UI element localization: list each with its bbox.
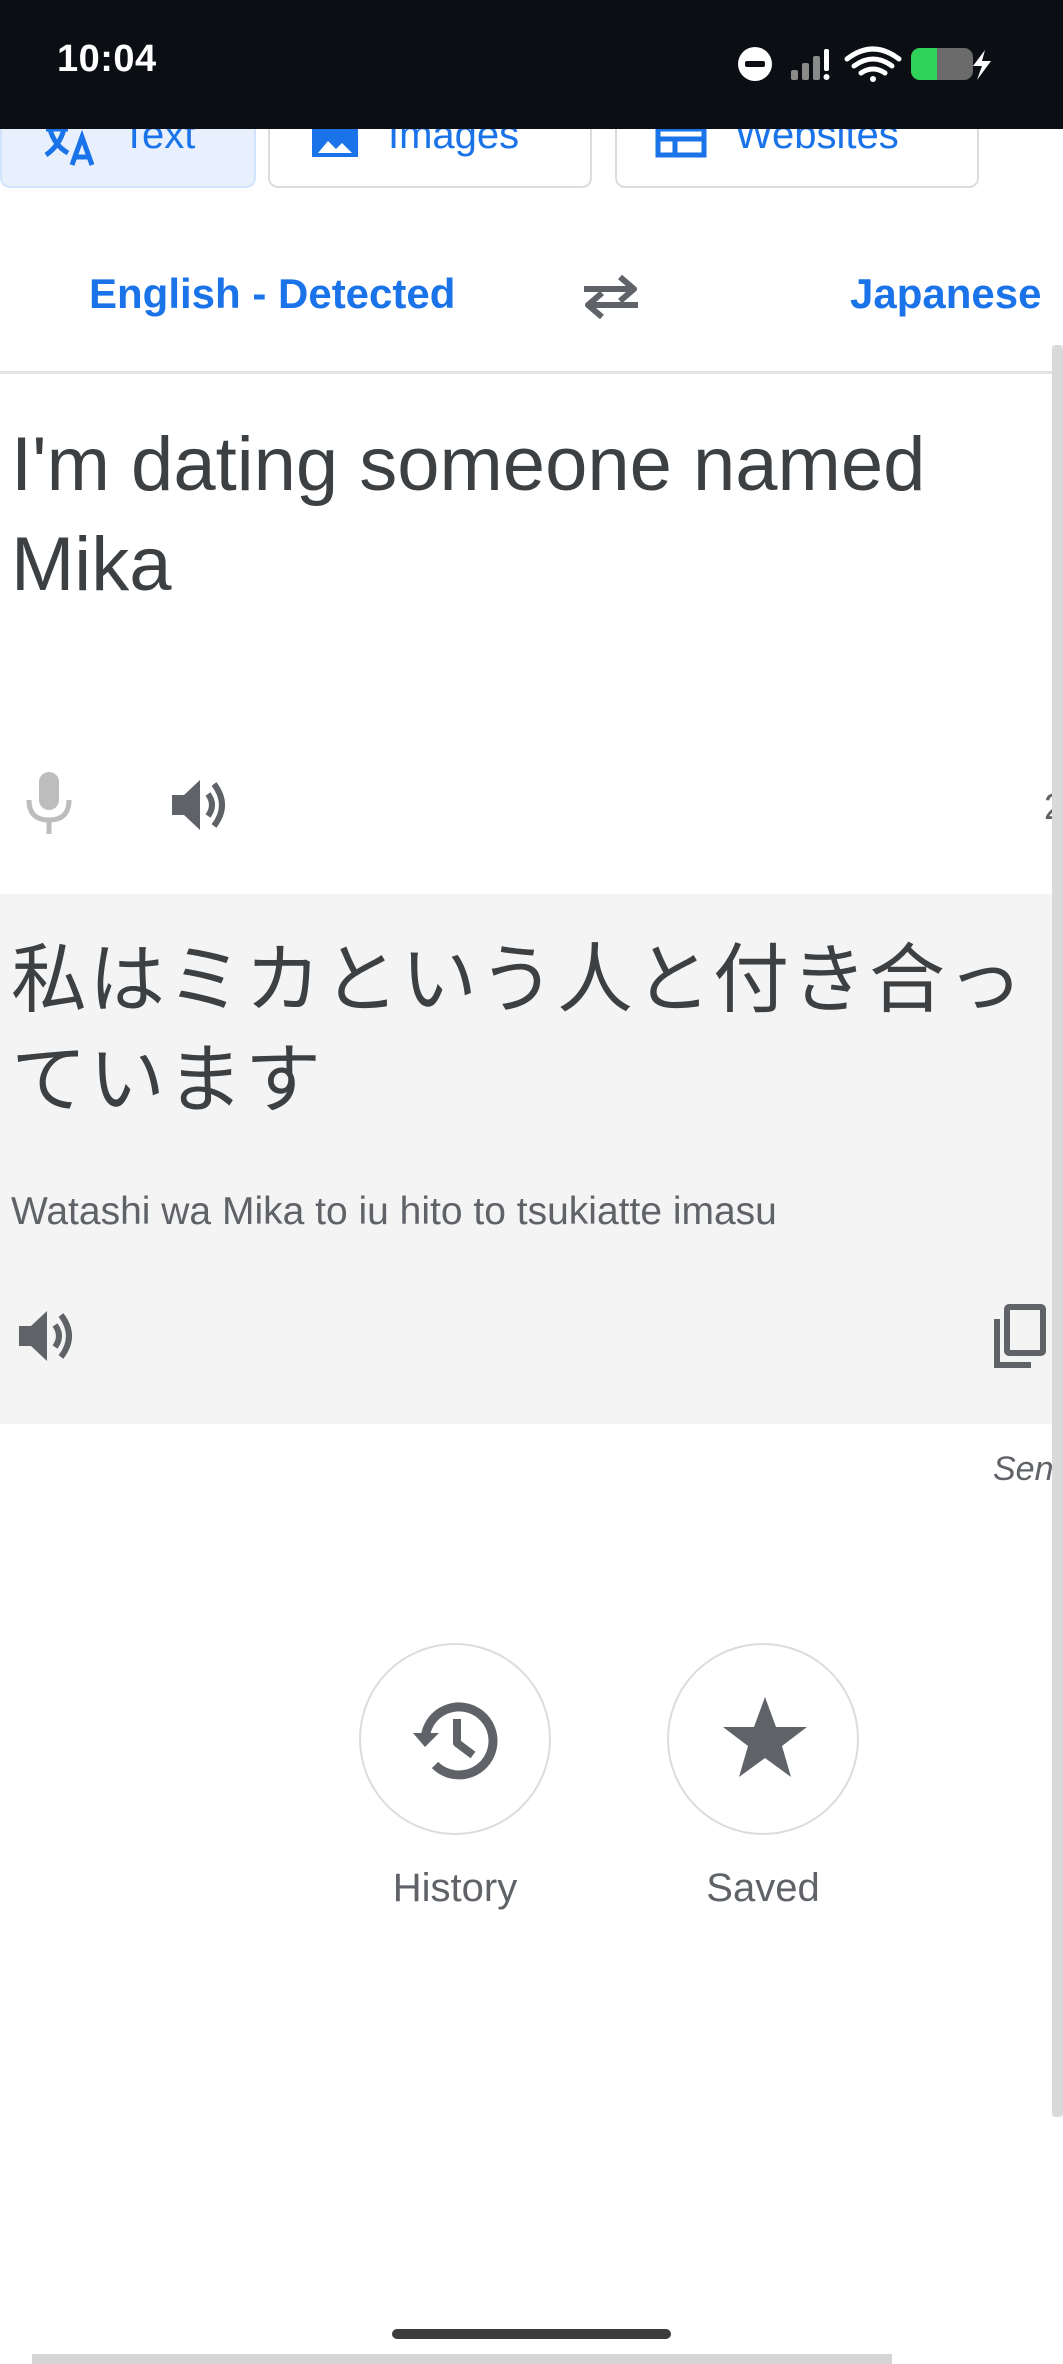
battery-icon	[911, 48, 991, 80]
horizontal-scrollbar	[32, 2354, 892, 2364]
history-button[interactable]	[359, 1643, 551, 1835]
saved-button[interactable]	[667, 1643, 859, 1835]
history-label: History	[392, 1866, 518, 1910]
tab-text[interactable]: Text	[0, 129, 256, 188]
translate-icon	[44, 129, 95, 166]
tab-text-label: Text	[122, 129, 196, 157]
home-indicator[interactable]	[392, 2329, 671, 2339]
wifi-icon	[844, 46, 902, 82]
swap-icon[interactable]	[578, 273, 644, 321]
history-icon	[413, 1702, 498, 1780]
tab-websites-label: Websites	[735, 129, 899, 157]
status-time: 10:04	[57, 38, 157, 80]
status-icons	[738, 46, 991, 82]
source-text-input[interactable]: I'm dating someone named Mika	[11, 415, 1041, 615]
do-not-disturb-icon	[738, 47, 772, 81]
translation-text: 私はミカという人と付き合っています	[11, 935, 1025, 1124]
image-icon	[312, 129, 358, 157]
tab-images-label: Images	[388, 129, 520, 157]
star-icon	[723, 1697, 807, 1777]
microphone-icon[interactable]	[24, 770, 74, 836]
target-language-button[interactable]: Japanese	[850, 270, 1041, 318]
copy-icon[interactable]	[989, 1303, 1049, 1369]
listen-source-icon[interactable]	[170, 776, 234, 834]
tab-websites[interactable]: Websites	[615, 129, 979, 188]
source-language-button[interactable]: English - Detected	[89, 270, 455, 318]
romanization-text: Watashi wa Mika to iu hito to tsukiatte …	[11, 1190, 777, 1233]
listen-translation-icon[interactable]	[17, 1307, 81, 1365]
website-icon	[655, 129, 707, 158]
language-bar-divider	[0, 371, 1063, 374]
saved-label: Saved	[706, 1866, 820, 1910]
cellular-signal-icon	[791, 49, 830, 80]
scrollbar-thumb[interactable]	[1052, 345, 1063, 2117]
tab-images[interactable]: Images	[268, 129, 592, 188]
